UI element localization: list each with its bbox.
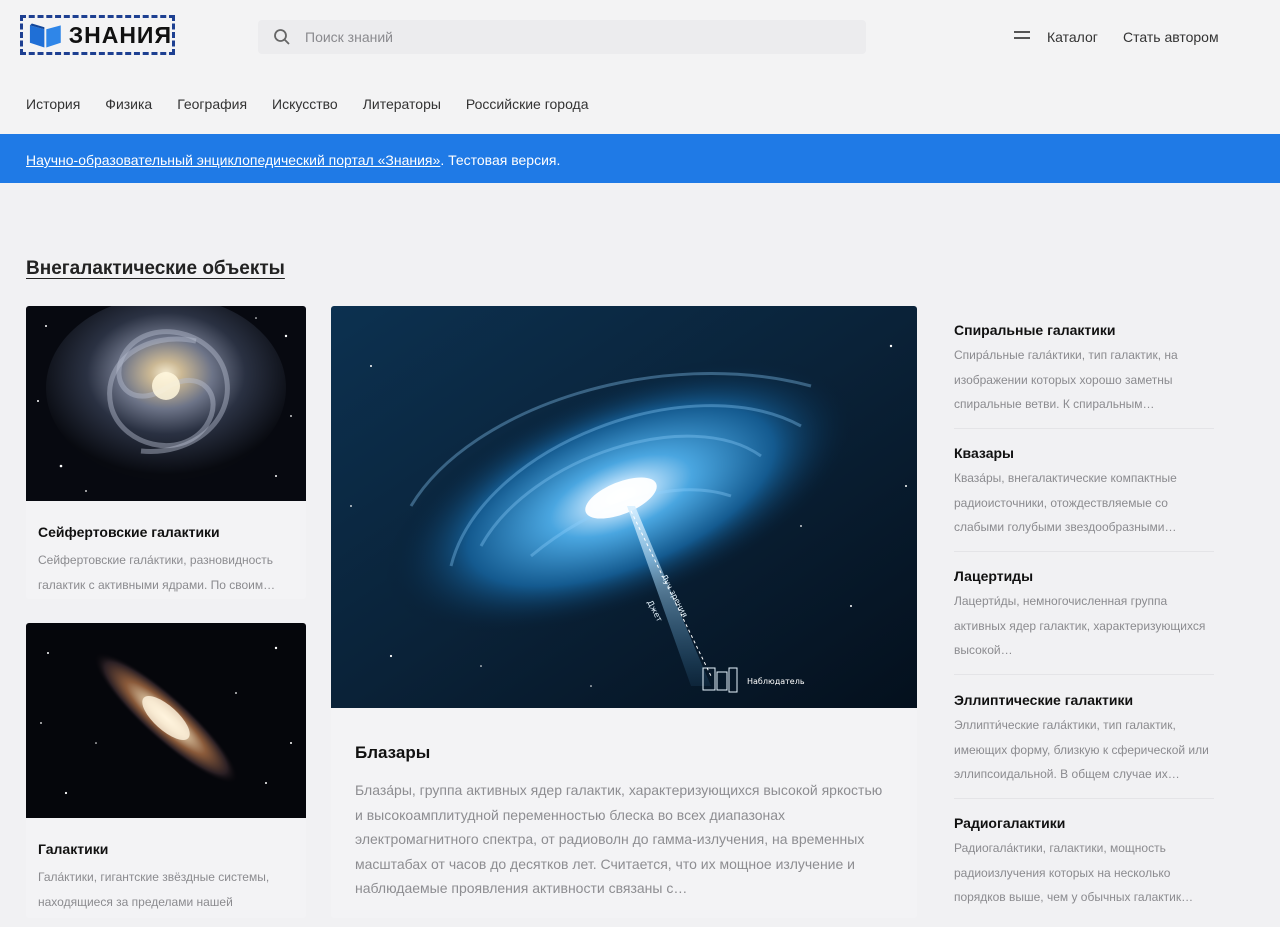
- nav-item-geography[interactable]: География: [177, 96, 247, 112]
- nav-item-history[interactable]: История: [26, 96, 80, 112]
- blazar-illustration-image: Луч зрения Джет Наблюдатель: [331, 306, 917, 708]
- nav-item-art[interactable]: Искусство: [272, 96, 338, 112]
- info-banner: Научно-образовательный энциклопедический…: [0, 134, 1280, 183]
- divider: [954, 428, 1214, 429]
- site-header: ЗНАНИЯ Каталог Стать автором История Физ…: [0, 0, 1280, 134]
- side-article-spiral[interactable]: Спиральные галактики Спира́льные гала́кт…: [954, 322, 1214, 417]
- article-card-seyfert[interactable]: Сейфертовские галактики Сейфертовские га…: [26, 306, 306, 599]
- side-article-title: Спиральные галактики: [954, 322, 1116, 338]
- divider: [954, 674, 1214, 675]
- side-article-description: Радиогала́ктики, галактики, мощность рад…: [954, 841, 1194, 904]
- divider: [954, 798, 1214, 799]
- side-article-elliptical[interactable]: Эллиптические галактики Эллипти́ческие г…: [954, 692, 1214, 787]
- edge-on-galaxy-image: [26, 623, 306, 818]
- divider: [954, 551, 1214, 552]
- observer-label: Наблюдатель: [747, 677, 805, 686]
- side-article-title: Эллиптические галактики: [954, 692, 1134, 708]
- side-article-lacertids[interactable]: Лацертиды Лацерти́ды, немногочисленная г…: [954, 568, 1214, 663]
- book-icon: [29, 23, 61, 48]
- card-title: Сейфертовские галактики: [38, 524, 220, 540]
- side-article-description: Кваза́ры, внегалактические компактные ра…: [954, 471, 1177, 534]
- banner-text: . Тестовая версия.: [440, 152, 561, 168]
- card-description: Гала́ктики, гигантские звёздные системы,…: [38, 870, 270, 909]
- catalog-link[interactable]: Каталог: [1047, 29, 1098, 45]
- side-article-title: Радиогалактики: [954, 815, 1066, 831]
- search-bar[interactable]: [258, 20, 866, 54]
- card-description: Сейфертовские гала́ктики, разновидность …: [38, 553, 276, 592]
- spiral-galaxy-image: [26, 306, 306, 501]
- search-icon: [274, 29, 290, 45]
- category-nav: История Физика География Искусство Литер…: [26, 96, 614, 112]
- become-author-link[interactable]: Стать автором: [1123, 29, 1219, 45]
- side-article-description: Эллипти́ческие гала́ктики, тип галактик,…: [954, 718, 1209, 781]
- card-title: Галактики: [38, 841, 109, 857]
- side-article-title: Квазары: [954, 445, 1014, 461]
- article-card-blazars[interactable]: Луч зрения Джет Наблюдатель Блазары Блаз…: [331, 306, 917, 918]
- side-article-description: Лацерти́ды, немногочисленная группа акти…: [954, 594, 1206, 657]
- logo-text: ЗНАНИЯ: [68, 21, 172, 48]
- side-article-description: Спира́льные гала́ктики, тип галактик, на…: [954, 348, 1178, 411]
- side-article-radio[interactable]: Радиогалактики Радиогала́ктики, галактик…: [954, 815, 1214, 910]
- card-title: Блазары: [355, 743, 431, 762]
- search-input[interactable]: [303, 28, 827, 46]
- nav-item-physics[interactable]: Физика: [105, 96, 152, 112]
- article-card-galaxies[interactable]: Галактики Гала́ктики, гигантские звёздны…: [26, 623, 306, 918]
- hamburger-menu-icon[interactable]: [1014, 31, 1030, 41]
- card-description: Блаза́ры, группа активных ядер галактик,…: [355, 782, 883, 896]
- site-logo[interactable]: ЗНАНИЯ: [20, 15, 175, 55]
- section-title[interactable]: Внегалактические объекты: [26, 258, 285, 280]
- side-article-quasars[interactable]: Квазары Кваза́ры, внегалактические компа…: [954, 445, 1214, 540]
- side-article-title: Лацертиды: [954, 568, 1034, 584]
- nav-item-russian-cities[interactable]: Российские города: [466, 96, 589, 112]
- portal-link[interactable]: Научно-образовательный энциклопедический…: [26, 152, 440, 168]
- nav-item-writers[interactable]: Литераторы: [363, 96, 441, 112]
